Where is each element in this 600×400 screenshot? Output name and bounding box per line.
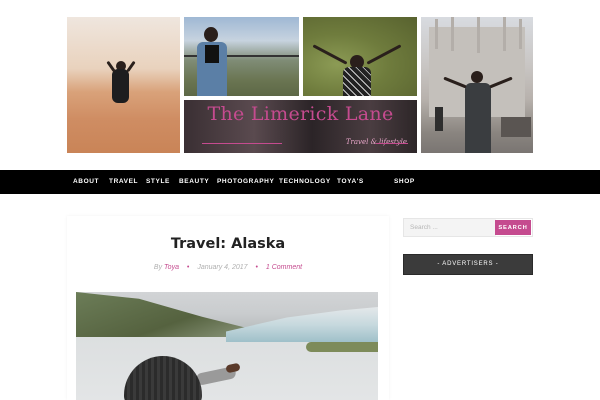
post-meta: By Toya • January 4, 2017 • 1 Comment xyxy=(67,264,389,271)
person-arm xyxy=(106,60,116,73)
person-figure xyxy=(465,83,491,153)
nav-item-toyas[interactable]: Toya's xyxy=(337,170,364,194)
nav-item-beauty[interactable]: Beauty xyxy=(179,170,209,194)
nav-item-technology[interactable]: Technology xyxy=(279,170,331,194)
person-head xyxy=(204,27,218,42)
spire xyxy=(519,19,522,49)
collage-photo-desert xyxy=(67,17,180,153)
nav-item-shop[interactable]: Shop xyxy=(394,170,415,194)
tagline-rule xyxy=(376,143,408,144)
meta-by: By xyxy=(153,264,163,271)
person-arm xyxy=(312,44,348,65)
collage-photo-overlook xyxy=(184,17,299,96)
meta-separator: • xyxy=(186,264,190,271)
collage-brand-tile: The Limerick Lane Travel & lifestyle xyxy=(184,100,417,153)
cafe xyxy=(501,117,531,137)
person-arm xyxy=(366,44,402,65)
main-nav: About Travel Style Beauty Photography Te… xyxy=(0,170,600,194)
mountain xyxy=(76,292,256,337)
collage-photo-field xyxy=(303,17,417,96)
site-tagline: Travel & lifestyle xyxy=(345,138,407,146)
person-top xyxy=(205,45,219,63)
nav-item-travel[interactable]: Travel xyxy=(109,170,138,194)
search-input[interactable] xyxy=(404,219,496,236)
site-title: The Limerick Lane xyxy=(207,103,394,125)
spire xyxy=(435,19,438,49)
header-collage[interactable]: The Limerick Lane Travel & lifestyle xyxy=(67,17,533,153)
person-figure xyxy=(112,69,129,103)
person-head xyxy=(471,71,483,83)
meta-author-link[interactable]: Toya xyxy=(164,264,179,271)
spire xyxy=(451,17,454,51)
spire xyxy=(503,17,506,51)
post-featured-image[interactable] xyxy=(76,292,378,400)
bystander xyxy=(435,107,443,131)
advertisers-widget: - Advertisers - xyxy=(403,254,533,275)
page: The Limerick Lane Travel & lifestyle Abo… xyxy=(0,0,600,400)
nav-item-style[interactable]: Style xyxy=(146,170,170,194)
shoreline xyxy=(306,342,378,352)
nav-item-photography[interactable]: Photography xyxy=(217,170,274,194)
collage-photo-cathedral xyxy=(421,17,533,153)
advertisers-heading: - Advertisers - xyxy=(437,261,499,267)
spire xyxy=(477,17,480,53)
sidebar-search: Search xyxy=(403,218,533,237)
search-button[interactable]: Search xyxy=(495,220,531,235)
glacier xyxy=(226,307,378,342)
nav-item-about[interactable]: About xyxy=(73,170,99,194)
meta-separator: • xyxy=(255,264,258,271)
person-arm xyxy=(126,60,136,73)
tagline-rule xyxy=(202,143,282,144)
post-title[interactable]: Travel: Alaska xyxy=(67,236,389,252)
person-figure xyxy=(343,67,371,96)
meta-date: January 4, 2017 xyxy=(197,264,248,271)
meta-comments-link[interactable]: 1 Comment xyxy=(266,264,302,271)
